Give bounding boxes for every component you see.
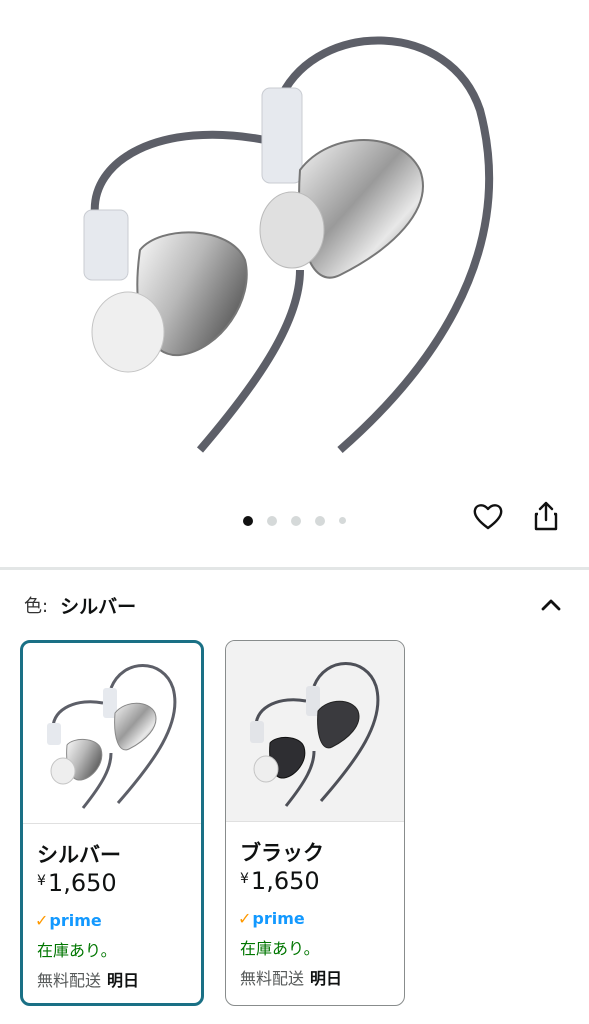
- prime-badge: ✓prime: [238, 909, 305, 928]
- carousel-dot-4[interactable]: [315, 515, 325, 526]
- color-label: 色:: [24, 596, 49, 617]
- chevron-up-icon[interactable]: [538, 592, 564, 618]
- share-button[interactable]: [529, 499, 563, 533]
- carousel-dot-3[interactable]: [291, 515, 301, 526]
- variant-card-black[interactable]: ブラック ¥1,650 ✓prime 在庫あり。 無料配送 明日: [225, 640, 405, 1006]
- heart-icon: [473, 504, 503, 530]
- carousel-dot-1[interactable]: [243, 515, 253, 526]
- color-selector-header[interactable]: 色: シルバー: [24, 590, 564, 620]
- variant-thumbnail: [226, 641, 404, 821]
- product-image[interactable]: [0, 0, 589, 470]
- variant-thumbnail: [23, 643, 201, 823]
- wishlist-button[interactable]: [471, 499, 505, 533]
- check-icon: ✓: [35, 911, 49, 930]
- card-divider: [226, 821, 404, 822]
- variant-price: ¥1,650: [37, 869, 117, 897]
- image-actions: [471, 499, 563, 533]
- carousel-dot-2[interactable]: [267, 515, 277, 526]
- variant-card-silver[interactable]: シルバー ¥1,650 ✓prime 在庫あり。 無料配送 明日: [20, 640, 204, 1006]
- stock-status: 在庫あり。: [37, 941, 117, 960]
- variant-name: シルバー: [37, 843, 121, 867]
- card-divider: [23, 823, 201, 824]
- stock-status: 在庫あり。: [240, 939, 320, 958]
- color-value: シルバー: [60, 595, 137, 618]
- prime-badge: ✓prime: [35, 911, 102, 930]
- variant-price: ¥1,650: [240, 867, 320, 895]
- section-divider: [0, 567, 589, 570]
- shipping-info: 無料配送 明日: [37, 971, 140, 990]
- check-icon: ✓: [238, 909, 252, 928]
- variant-name: ブラック: [240, 841, 324, 865]
- shipping-info: 無料配送 明日: [240, 969, 343, 988]
- carousel-dot-5[interactable]: [339, 517, 346, 524]
- share-icon: [534, 501, 558, 531]
